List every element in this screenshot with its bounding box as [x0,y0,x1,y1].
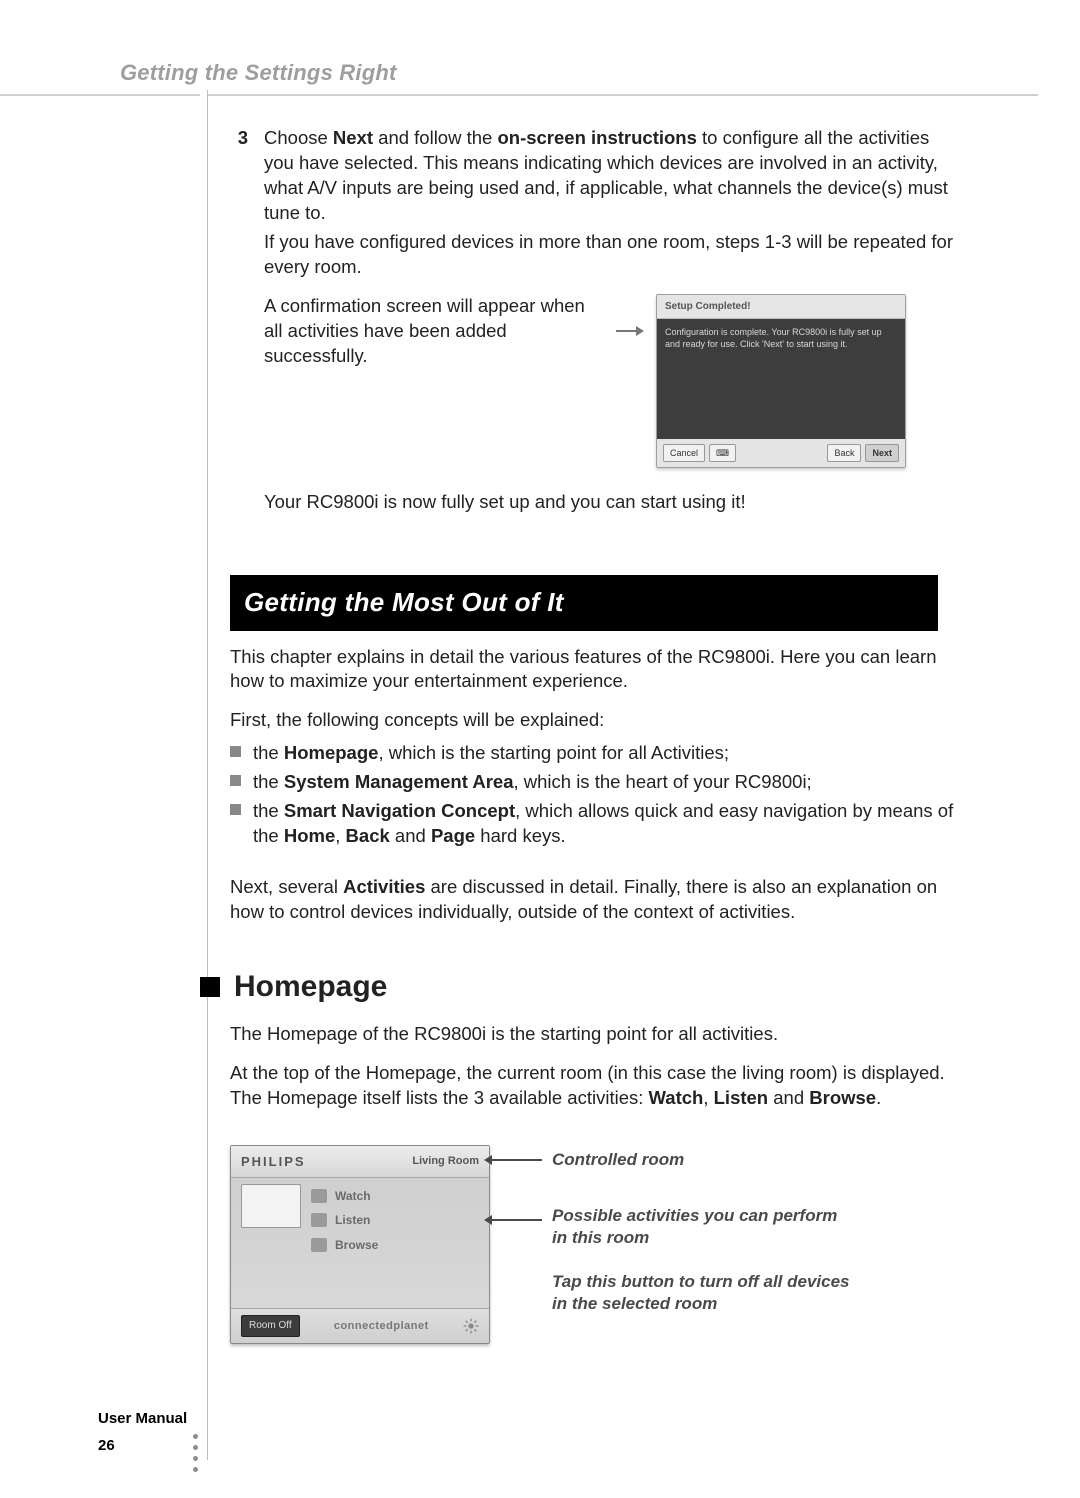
square-bullet-icon [230,804,241,815]
bold: Smart Navigation Concept [284,800,515,821]
setup-done-text: Your RC9800i is now fully set up and you… [264,490,958,515]
bold: Watch [649,1087,704,1108]
back-button[interactable]: Back [827,444,861,462]
room-off-button[interactable]: Room Off [241,1315,300,1337]
bold: Next [333,127,373,148]
concept-list: the Homepage, which is the starting poin… [230,741,958,849]
text: Next, several [230,876,343,897]
homepage-p1: The Homepage of the RC9800i is the start… [230,1022,958,1047]
homepage-p2: At the top of the Homepage, the current … [230,1061,958,1111]
confirmation-text: A confirmation screen will appear when a… [264,294,604,369]
cancel-button[interactable]: Cancel [663,444,705,462]
activity-label: Listen [335,1212,370,1228]
footer: User Manual 26 [98,1410,187,1454]
browse-icon [311,1238,327,1252]
activity-watch[interactable]: Watch [311,1188,378,1204]
text: and follow the [373,127,497,148]
bold: Homepage [284,742,379,763]
setup-complete-screenshot: Setup Completed! Configuration is comple… [656,294,906,469]
activity-label: Watch [335,1188,371,1204]
callout-activities: Possible activities you can perform in t… [552,1205,852,1249]
leader-line [492,1159,542,1161]
text: , which is the heart of your RC9800i; [513,771,811,792]
bold: Home [284,825,335,846]
text: , [335,825,345,846]
step-text: Choose Next and follow the on-screen ins… [264,127,948,223]
leader-line [492,1219,542,1221]
gear-icon[interactable] [463,1318,479,1334]
text: , which is the starting point for all Ac… [378,742,729,763]
bold: Activities [343,876,425,897]
tv-icon [311,1189,327,1203]
square-bullet-icon [200,977,220,997]
text: hard keys. [475,825,566,846]
bold: on-screen instructions [497,127,696,148]
activity-listen[interactable]: Listen [311,1212,378,1228]
chapter-intro: This chapter explains in detail the vari… [230,645,958,695]
speaker-icon [311,1213,327,1227]
bold: System Management Area [284,771,514,792]
screenshot-title: Setup Completed! [657,295,905,320]
footer-title: User Manual [98,1410,187,1427]
bold: Browse [809,1087,876,1108]
text: Choose [264,127,333,148]
step-note: If you have configured devices in more t… [264,230,958,280]
room-thumbnail [241,1184,301,1228]
connected-planet-label: connectedplanet [334,1319,429,1334]
list-item: the Homepage, which is the starting poin… [230,741,958,766]
step-number: 3 [230,126,248,515]
next-paragraph: Next, several Activities are discussed i… [230,875,958,925]
text: . [876,1087,881,1108]
chapter-heading: Getting the Most Out of It [230,575,938,630]
square-bullet-icon [230,775,241,786]
section-heading-row: Homepage [200,967,958,1008]
homepage-screenshot: PHILIPS Living Room Watch Listen Browse … [230,1145,490,1344]
text: the [253,800,284,821]
activity-browse[interactable]: Browse [311,1237,378,1253]
list-item: the Smart Navigation Concept, which allo… [230,799,958,849]
bold: Back [346,825,390,846]
text: the [253,771,284,792]
callout-controlled-room: Controlled room [552,1149,684,1171]
text: and [390,825,431,846]
running-head: Getting the Settings Right [120,60,978,86]
bold: Page [431,825,475,846]
next-button[interactable]: Next [865,444,899,462]
keyboard-icon[interactable]: ⌨ [709,444,736,462]
section-title: Homepage [234,967,387,1008]
screenshot-body: Configuration is complete. Your RC9800i … [657,319,905,439]
text: and [768,1087,809,1108]
header-rule [98,94,978,96]
page-number: 26 [98,1437,187,1454]
arrow-right-icon [616,324,644,338]
list-item: the System Management Area, which is the… [230,770,958,795]
footer-dots [193,1434,198,1472]
text: , [703,1087,713,1108]
callouts: Controlled room Possible activities you … [502,1145,958,1344]
room-label[interactable]: Living Room [412,1154,479,1169]
first-line: First, the following concepts will be ex… [230,708,958,733]
bold: Listen [714,1087,768,1108]
step-3: 3 Choose Next and follow the on-screen i… [230,126,958,515]
screenshot-footer: Cancel ⌨ Back Next [657,439,905,467]
page: Getting the Settings Right 3 Choose Next… [98,60,978,1344]
text: the [253,742,284,763]
activity-label: Browse [335,1237,378,1253]
callout-room-off: Tap this button to turn off all devices … [552,1271,852,1315]
square-bullet-icon [230,746,241,757]
brand-logo: PHILIPS [241,1153,306,1171]
